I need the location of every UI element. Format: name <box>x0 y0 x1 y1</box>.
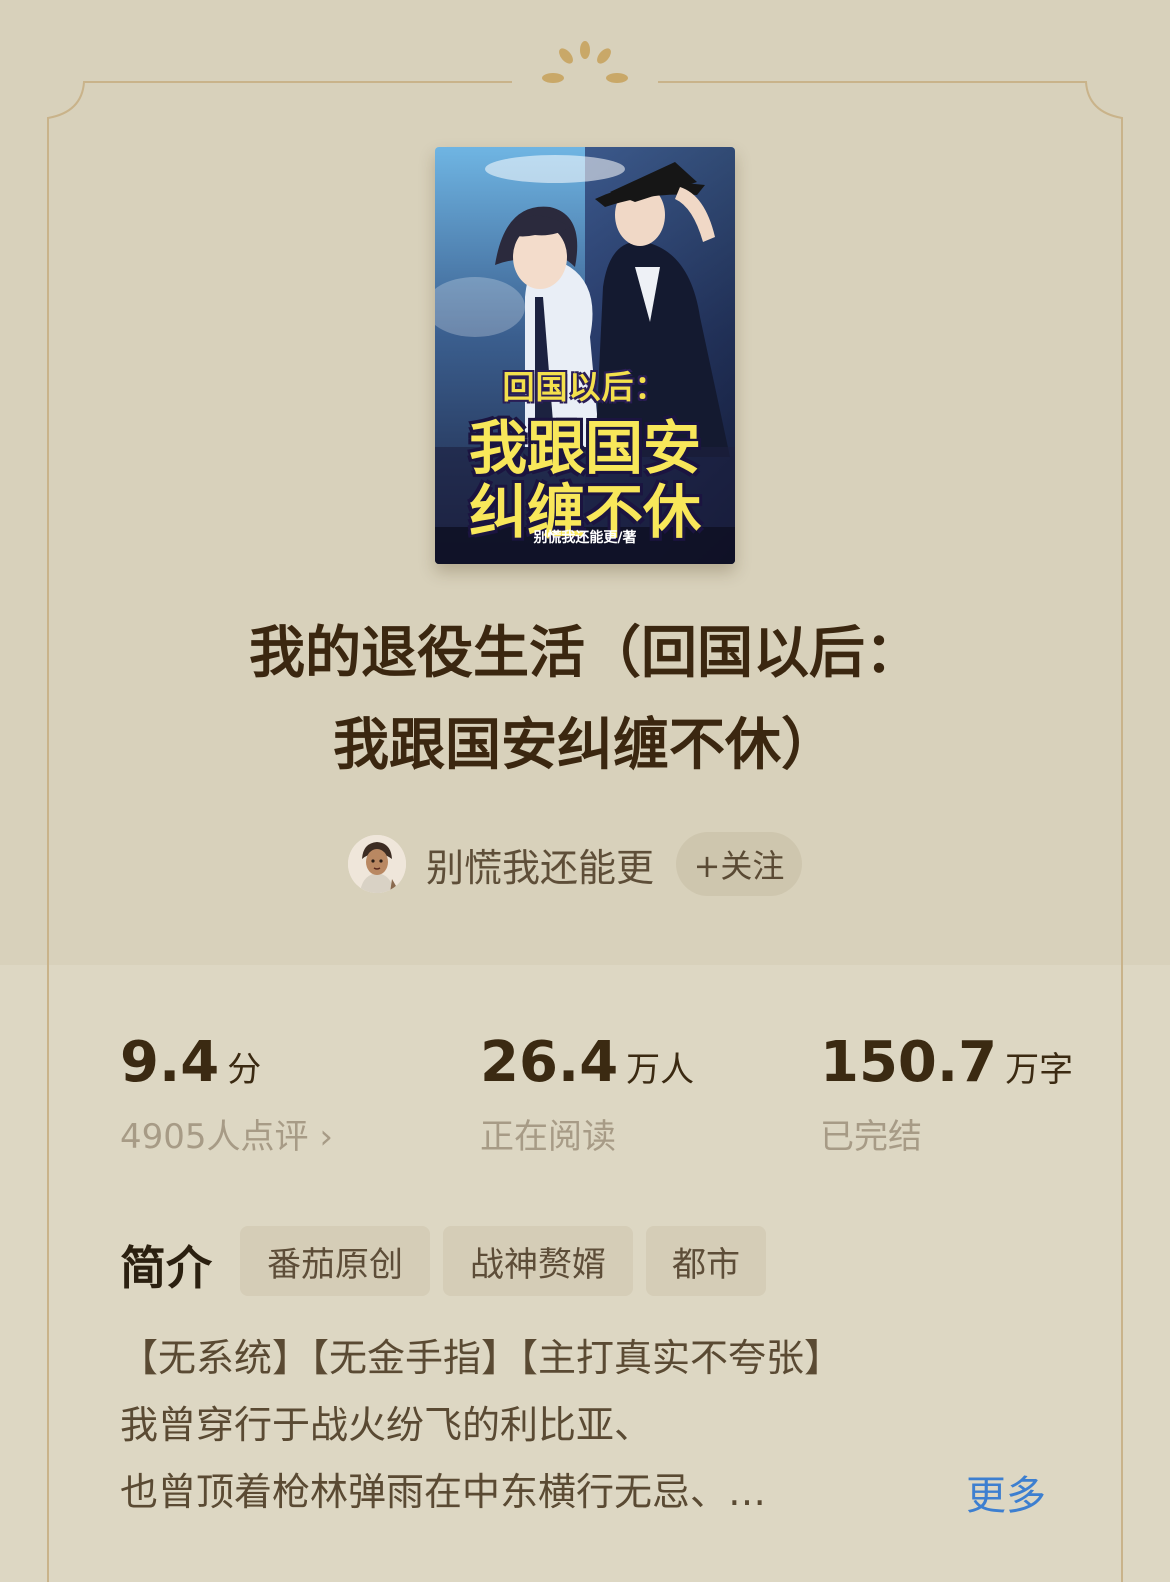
intro-line-2: 我曾穿行于战火纷飞的利比亚、 <box>120 1403 653 1447</box>
reviews-link[interactable]: 4905人点评 › <box>120 1109 333 1158</box>
book-cover[interactable]: 回国以后： 我跟国安 纠缠不休 别慌我还能更/著 <box>435 147 735 564</box>
rating-value: 9.4 <box>120 1030 220 1095</box>
author-name[interactable]: 别慌我还能更 <box>426 837 654 892</box>
readers-value: 26.4 <box>480 1030 619 1095</box>
intro-line-3: 也曾顶着枪林弹雨在中东横行无忌、… <box>120 1470 767 1514</box>
author-row: 别慌我还能更 +关注 <box>348 832 803 896</box>
word-count-unit: 万字 <box>1005 1050 1074 1090</box>
readers-unit: 万人 <box>626 1050 695 1090</box>
intro-text: 【无系统】【无金手指】【主打真实不夸张】 我曾穿行于战火纷飞的利比亚、 也曾顶着… <box>120 1325 842 1526</box>
avatar[interactable] <box>348 835 406 893</box>
follow-button[interactable]: +关注 <box>676 832 803 896</box>
tag-genre[interactable]: 战神赘婿 <box>443 1226 633 1296</box>
cover-author-credit: 别慌我还能更/著 <box>533 530 637 546</box>
word-count-stat: 150.7 万字 已完结 <box>820 1030 1073 1158</box>
tag-category[interactable]: 都市 <box>646 1226 766 1296</box>
word-count-value: 150.7 <box>820 1030 998 1095</box>
avatar-illustration-icon <box>348 835 406 893</box>
readers-label: 正在阅读 <box>480 1117 616 1157</box>
book-title-line-2: 我跟国安纠缠不休） <box>333 713 837 778</box>
tag-original[interactable]: 番茄原创 <box>240 1226 430 1296</box>
book-title: 我的退役生活（回国以后： 我跟国安纠缠不休） <box>150 608 1020 792</box>
rating-unit: 分 <box>227 1050 262 1090</box>
book-title-line-1: 我的退役生活（回国以后： <box>249 621 921 686</box>
intro-line-1: 【无系统】【无金手指】【主打真实不夸张】 <box>120 1336 843 1380</box>
intro-heading: 简介 <box>120 1241 212 1295</box>
completion-status: 已完结 <box>820 1117 922 1157</box>
readers-stat: 26.4 万人 正在阅读 <box>480 1030 694 1158</box>
more-button[interactable]: 更多 <box>966 1463 1046 1521</box>
rating-stat: 9.4 分 4905人点评 › <box>120 1030 333 1158</box>
